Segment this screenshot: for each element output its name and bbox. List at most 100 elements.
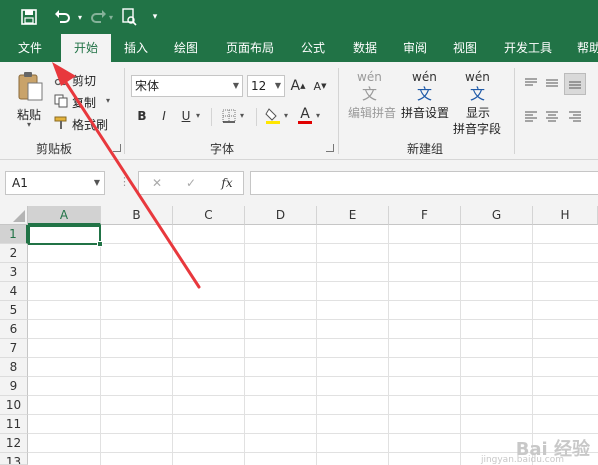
borders-dropdown-icon[interactable]: ▾ [240,111,244,120]
grow-font-button[interactable]: A ▲ [290,76,306,96]
chevron-down-icon[interactable]: ▾ [148,7,162,27]
grid-line [316,225,317,465]
row-header[interactable]: 11 [0,415,28,434]
insert-function-icon[interactable]: fx [215,174,239,192]
redo-dropdown-icon[interactable]: ▾ [106,7,116,27]
font-color-button[interactable]: A [297,105,313,125]
fill-color-dropdown-icon[interactable]: ▾ [284,111,288,120]
fill-color-icon[interactable] [264,106,282,126]
font-launcher-icon[interactable] [326,144,334,152]
row-header[interactable]: 10 [0,396,28,415]
underline-button[interactable]: U [178,106,194,126]
grid-line [28,243,598,244]
grid-line [28,414,598,415]
grid-line [28,433,598,434]
column-header[interactable]: D [245,206,317,225]
font-color-dropdown-icon[interactable]: ▾ [316,111,320,120]
column-header[interactable]: A [28,206,101,225]
tab-page-layout[interactable]: 页面布局 [220,34,280,62]
pinyin-settings-button[interactable]: 拼音设置 [401,104,449,121]
save-icon[interactable] [18,7,40,27]
tab-review[interactable]: 审阅 [393,34,437,62]
title-bar: ▾ ▾ ▾ [0,0,598,34]
align-middle-icon[interactable] [543,75,561,91]
formula-bar: A1 ▼ ⋮ ✕ ✓ fx [0,160,598,206]
paste-dropdown-icon[interactable]: ▾ [27,120,31,129]
chevron-down-icon: ▼ [93,178,100,187]
tab-view[interactable]: 视图 [443,34,487,62]
row-header[interactable]: 9 [0,377,28,396]
font-name-combo[interactable]: 宋体 ▼ [131,75,243,97]
tab-file[interactable]: 文件 [6,34,54,62]
row-header[interactable]: 1 [0,225,28,244]
undo-icon[interactable] [50,7,76,27]
grid-line [100,225,101,465]
paste-icon[interactable] [14,70,46,104]
copy-dropdown-icon[interactable]: ▾ [106,96,110,105]
align-right-icon[interactable] [566,108,584,124]
align-bottom-icon[interactable] [564,73,586,95]
column-header[interactable]: C [173,206,245,225]
row-header[interactable]: 13 [0,453,28,465]
row-header[interactable]: 4 [0,282,28,301]
name-box-value: A1 [12,176,28,190]
grid-line [28,281,598,282]
row-header[interactable]: 8 [0,358,28,377]
format-painter-label[interactable]: 格式刷 [72,116,108,133]
tab-draw[interactable]: 绘图 [164,34,208,62]
format-painter-icon[interactable] [53,115,69,131]
tab-home[interactable]: 开始 [61,34,111,62]
align-center-icon[interactable] [543,108,561,124]
row-header[interactable]: 12 [0,434,28,453]
underline-dropdown-icon[interactable]: ▾ [196,111,200,120]
cut-icon[interactable] [53,71,69,87]
tab-insert[interactable]: 插入 [114,34,158,62]
bold-button[interactable]: B [134,106,150,126]
cut-label[interactable]: 剪切 [72,72,96,89]
formula-input[interactable] [250,171,598,195]
group-separator [338,68,339,154]
undo-dropdown-icon[interactable]: ▾ [75,7,85,27]
group-separator [124,68,125,154]
copy-icon[interactable] [53,93,69,109]
edit-pinyin-button[interactable]: 编辑拼音 [348,104,396,121]
column-header[interactable]: E [317,206,389,225]
print-preview-icon[interactable] [118,7,140,27]
align-left-icon[interactable] [522,108,540,124]
show-pinyin-button-line2[interactable]: 拼音字段 [453,120,501,137]
copy-label[interactable]: 复制 [72,94,96,111]
column-header[interactable]: F [389,206,461,225]
formula-bar-grip-icon[interactable]: ⋮ [119,175,130,188]
shrink-font-button[interactable]: A ▼ [312,76,328,96]
clipboard-launcher-icon[interactable] [113,144,121,152]
enter-icon[interactable]: ✓ [181,174,201,192]
worksheet-grid[interactable]: A B C D E F G H 1 2 3 4 5 6 7 8 9 10 11 … [0,206,598,465]
select-all-button[interactable] [0,206,28,225]
tab-developer[interactable]: 开发工具 [497,34,559,62]
row-header[interactable]: 6 [0,320,28,339]
chevron-down-icon: ▼ [232,81,239,90]
borders-icon[interactable] [220,107,238,125]
cancel-icon[interactable]: ✕ [147,174,167,192]
grid-line [388,225,389,465]
align-top-icon[interactable] [522,75,540,91]
row-header[interactable]: 2 [0,244,28,263]
row-header[interactable]: 3 [0,263,28,282]
column-header[interactable]: B [101,206,173,225]
show-pinyin-button-line1[interactable]: 显示 [466,104,490,121]
column-header[interactable]: H [533,206,598,225]
tab-formulas[interactable]: 公式 [291,34,335,62]
grid-line [28,262,598,263]
active-cell[interactable] [28,225,103,247]
ribbon: 粘贴 ▾ 剪切 复制 ▾ 格式刷 剪贴板 宋体 ▼ 12 ▼ A ▲ A ▼ B I… [0,62,598,160]
row-header[interactable]: 7 [0,339,28,358]
new-group-label: 新建组 [407,142,444,156]
name-box[interactable]: A1 ▼ [5,171,105,195]
tab-help[interactable]: 帮助 [571,34,598,62]
tab-data[interactable]: 数据 [343,34,387,62]
column-header[interactable]: G [461,206,533,225]
font-size-combo[interactable]: 12 ▼ [247,75,285,97]
row-header[interactable]: 5 [0,301,28,320]
italic-button[interactable]: I [156,106,172,126]
fill-handle[interactable] [97,241,103,247]
